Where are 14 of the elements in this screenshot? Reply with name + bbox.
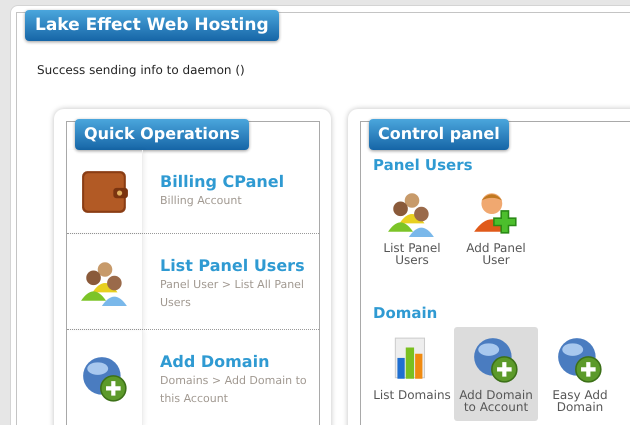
shortcut-button[interactable]: List Domains xyxy=(370,327,454,421)
section-title-badge: Control panel xyxy=(369,119,509,150)
section-title-badge: Quick Operations xyxy=(75,119,249,150)
shortcut-button[interactable]: Easy Add Domain xyxy=(538,327,622,421)
operation-description: Panel User > List All Panel Users xyxy=(160,277,305,311)
operation-description: Billing Account xyxy=(160,193,243,209)
section-heading: Panel Users xyxy=(373,155,474,176)
status-message: Success sending info to daemon () xyxy=(37,62,246,79)
shortcut-button[interactable]: Add Panel User xyxy=(454,180,538,274)
page-title-badge: Lake Effect Web Hosting xyxy=(25,10,279,41)
section-heading: Domain xyxy=(373,302,438,324)
shortcut-button[interactable]: Add Domain to Account xyxy=(454,327,538,421)
shortcut-button[interactable]: List Panel Users xyxy=(370,180,454,274)
operation-description: Domains > Add Domain to this Account xyxy=(160,373,308,407)
